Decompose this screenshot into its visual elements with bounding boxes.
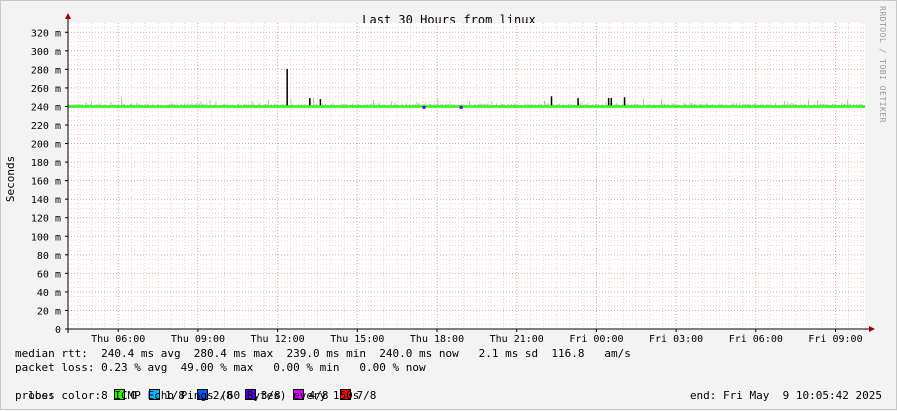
packet-loss-line: packet loss: 0.23 % avg 49.00 % max 0.00… (15, 361, 426, 374)
rrdtool-watermark: RRDTOOL / TOBI OETIKER (878, 6, 887, 123)
y-tick-label: 200 m (31, 140, 61, 151)
end-timestamp: end: Fri May 9 10:05:42 2025 (689, 389, 882, 402)
y-tick-label: 100 m (31, 232, 61, 243)
y-tick-label: 120 m (31, 214, 61, 225)
y-tick-label: 260 m (31, 84, 61, 95)
y-tick-label: 220 m (31, 121, 61, 132)
y-tick-label: 280 m (31, 65, 61, 76)
x-tick-label: Thu 21:00 (490, 334, 544, 345)
y-axis-arrow (65, 13, 71, 19)
y-tick-label: 140 m (31, 195, 61, 206)
y-tick-label: 0 (55, 325, 61, 336)
y-tick-label: 40 m (37, 288, 61, 299)
y-tick-label: 180 m (31, 158, 61, 169)
y-tick-label: 300 m (31, 47, 61, 58)
x-tick-label: Thu 18:00 (410, 334, 464, 345)
y-tick-label: 240 m (31, 102, 61, 113)
y-tick-label: 320 m (31, 28, 61, 39)
x-tick-label: Thu 06:00 (91, 334, 145, 345)
median-rtt-line: median rtt: 240.4 ms avg 280.4 ms max 23… (15, 347, 631, 360)
loss-marker (459, 105, 463, 109)
y-tick-label: 60 m (37, 269, 61, 280)
y-tick-label: 80 m (37, 251, 61, 262)
y-tick-label: 20 m (37, 306, 61, 317)
x-tick-label: Fri 03:00 (649, 334, 703, 345)
loss-color-label-text: 7/8 (356, 389, 377, 402)
x-tick-label: Thu 12:00 (251, 334, 305, 345)
x-tick-label: Fri 09:00 (808, 334, 862, 345)
x-axis-arrow (869, 326, 875, 332)
x-tick-label: Thu 15:00 (330, 334, 384, 345)
y-axis-label: Seconds (4, 156, 17, 202)
y-tick-label: 160 m (31, 177, 61, 188)
loss-marker (422, 105, 426, 109)
plot-area (68, 23, 865, 329)
loss-color-line: loss color: 0 1/8 2/8 3/8 4/8 7/8 (15, 375, 388, 402)
x-tick-label: Thu 09:00 (171, 334, 225, 345)
x-tick-labels: Thu 06:00 Thu 09:00 Thu 12:00 Thu 15:00 Thu … (91, 329, 863, 345)
x-tick-label: Fri 06:00 (729, 334, 783, 345)
probe-line: probe: 8 ICMP Echo Pings (60 Bytes) ever… (15, 389, 360, 402)
x-tick-label: Fri 00:00 (569, 334, 623, 345)
y-tick-labels: 0 20 m 40 m 60 m 80 m 100 m 120 m 140 m 160 m 180… (31, 28, 68, 336)
